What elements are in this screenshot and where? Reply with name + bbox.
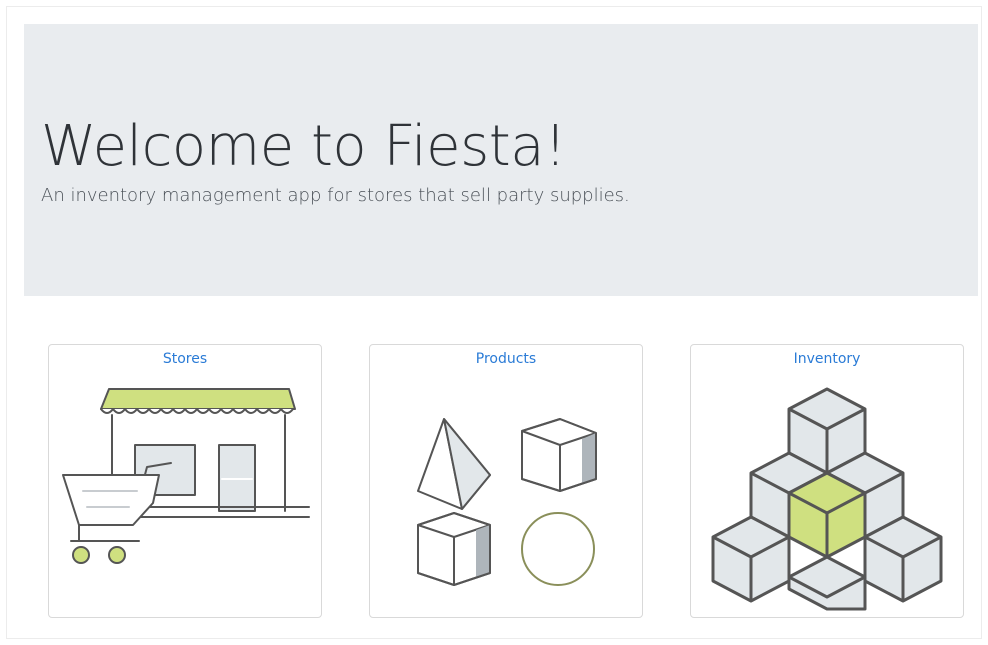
stores-link[interactable]: Stores [49,351,321,367]
products-card[interactable]: Products [369,344,643,618]
page-title: Welcome to Fiesta! [41,114,567,179]
storefront-icon [62,388,310,564]
inventory-card[interactable]: Inventory [690,344,964,618]
stores-card[interactable]: Stores [48,344,322,618]
cube-stack-icon [711,387,943,611]
inventory-link[interactable]: Inventory [691,351,963,367]
products-link[interactable]: Products [370,351,642,367]
shapes-icon [417,418,597,586]
jumbotron: Welcome to Fiesta! An inventory manageme… [24,24,978,296]
page-subtitle: An inventory management app for stores t… [41,185,630,206]
